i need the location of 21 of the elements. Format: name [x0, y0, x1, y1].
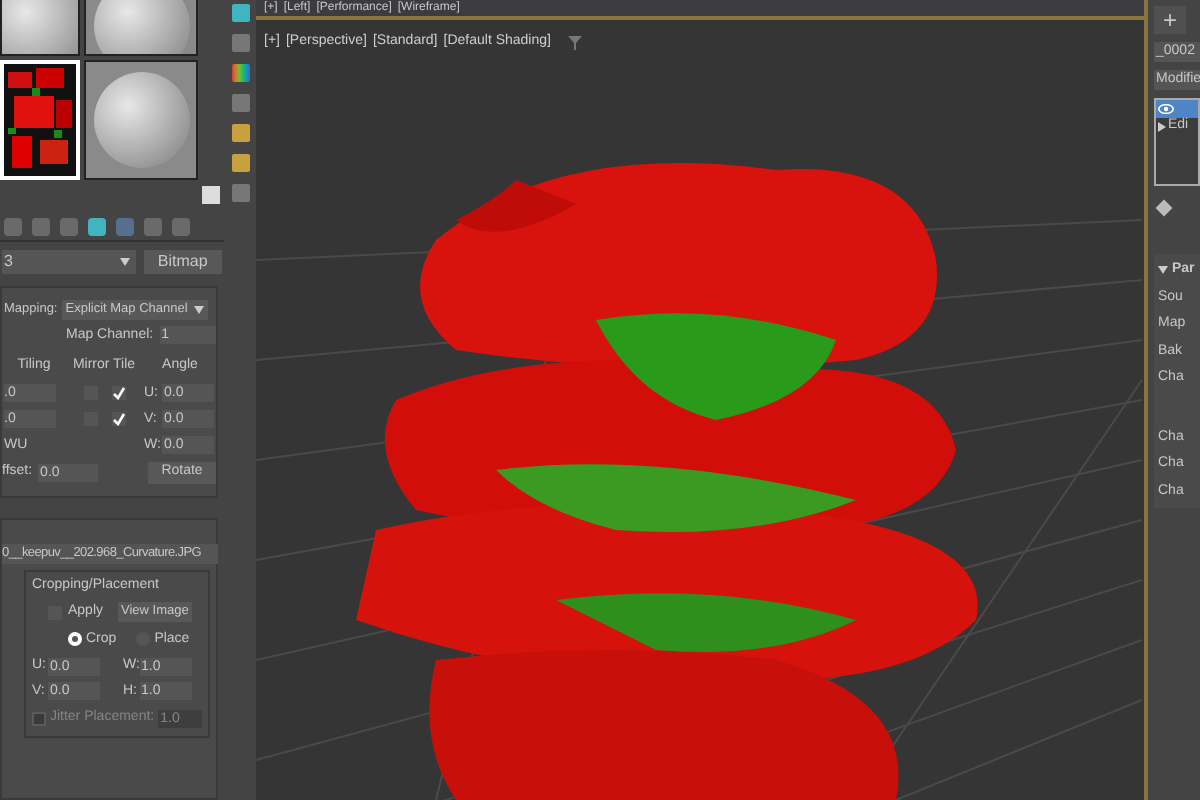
collapse-arrow-icon	[1158, 266, 1168, 275]
texture-preview	[4, 64, 76, 176]
tile-checkbox[interactable]	[111, 386, 125, 401]
material-slot[interactable]	[84, 0, 198, 56]
caret-icon	[193, 305, 204, 314]
map-type-button[interactable]: Bitmap	[143, 249, 222, 274]
expand-arrow-icon	[1158, 122, 1166, 132]
material-slot[interactable]	[0, 0, 80, 56]
filter-icon[interactable]	[568, 35, 583, 50]
eye-icon	[1158, 104, 1174, 114]
square-icon[interactable]	[231, 34, 249, 52]
radio-button[interactable]	[68, 632, 82, 647]
material-slot[interactable]	[84, 60, 198, 180]
stack-item[interactable]	[1156, 100, 1198, 118]
map-name: 3	[4, 249, 13, 274]
sphere-preview	[93, 72, 189, 168]
create-tab[interactable]: +	[1154, 6, 1186, 34]
color-bars-icon[interactable]	[231, 64, 249, 82]
caret-icon	[119, 257, 130, 266]
tile-checkbox[interactable]	[111, 412, 125, 427]
map-name-dropdown[interactable]: 3	[2, 249, 136, 274]
